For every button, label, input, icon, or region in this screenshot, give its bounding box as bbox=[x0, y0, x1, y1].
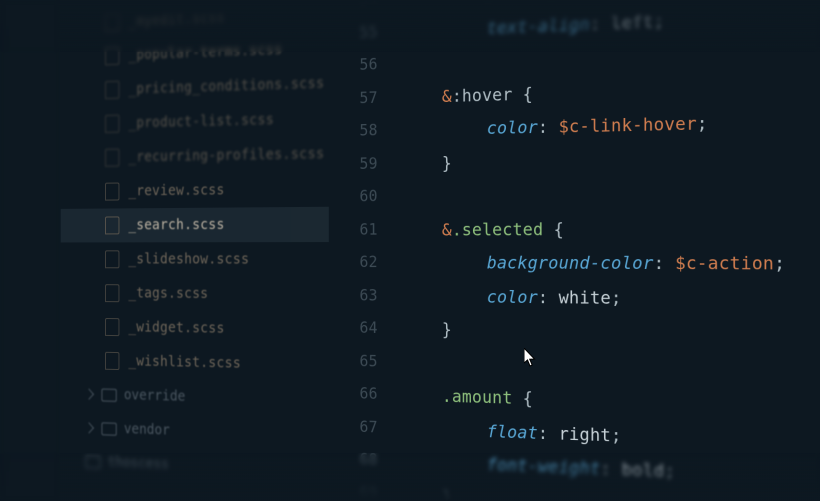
css-property: background-color bbox=[487, 252, 654, 273]
sidebar-file-item[interactable]: _recurring-profiles.scss bbox=[61, 136, 329, 175]
css-property: font-weight bbox=[487, 454, 601, 479]
scss-variable: $c-action bbox=[675, 253, 774, 274]
file-icon bbox=[105, 13, 119, 32]
chevron-right-icon bbox=[84, 389, 94, 400]
file-icon bbox=[105, 149, 119, 167]
css-value: right bbox=[559, 423, 611, 445]
line-number: 55 bbox=[329, 15, 398, 51]
sidebar-file-item-selected[interactable]: _search.scss bbox=[61, 207, 329, 243]
css-value: bold bbox=[622, 459, 665, 481]
line-number: 61 bbox=[329, 213, 398, 246]
file-explorer-sidebar: _myedit.scss _popular-terms.scss _pricin… bbox=[61, 0, 329, 501]
css-property: color bbox=[487, 117, 538, 138]
line-number: 56 bbox=[329, 48, 398, 83]
line-number: 63 bbox=[329, 279, 398, 312]
file-icon bbox=[105, 81, 119, 99]
line-number: 57 bbox=[329, 81, 398, 116]
line-number: 64 bbox=[329, 312, 398, 346]
line-number: 58 bbox=[329, 114, 398, 148]
css-class-selector: .selected bbox=[452, 219, 543, 240]
file-icon bbox=[105, 318, 119, 336]
sidebar-file-item[interactable]: _product-list.scss bbox=[61, 101, 329, 142]
sidebar-file-item[interactable]: _review.scss bbox=[61, 171, 329, 208]
file-icon bbox=[105, 47, 119, 65]
line-number: 60 bbox=[329, 180, 398, 214]
chevron-right-icon bbox=[84, 422, 94, 433]
file-icon bbox=[105, 352, 119, 370]
file-icon bbox=[105, 216, 119, 234]
line-number: 62 bbox=[329, 246, 398, 279]
scss-parent-selector: & bbox=[442, 219, 452, 239]
line-number-gutter: 54555657585960616263646566676869 bbox=[329, 0, 398, 501]
sidebar-file-item[interactable]: _widget.scss bbox=[61, 310, 329, 348]
line-number: 59 bbox=[329, 147, 398, 181]
css-pseudo-class: :hover bbox=[452, 84, 513, 106]
sidebar-file-item[interactable]: _slideshow.scss bbox=[61, 242, 329, 277]
css-property: text-align bbox=[487, 13, 590, 38]
css-value: left bbox=[611, 10, 654, 32]
mouse-cursor-icon bbox=[524, 348, 537, 367]
css-property: color bbox=[487, 286, 538, 307]
scss-parent-selector: & bbox=[442, 85, 452, 105]
code-editor-area[interactable]: padding: 4px 6px; text-align: left; &:ho… bbox=[398, 0, 820, 501]
file-icon bbox=[105, 250, 119, 268]
css-value: white bbox=[559, 287, 611, 308]
folder-icon bbox=[85, 455, 100, 469]
sidebar-file-item[interactable]: _tags.scss bbox=[61, 276, 329, 313]
folder-icon bbox=[101, 388, 116, 401]
file-icon bbox=[105, 115, 119, 133]
css-property: padding bbox=[487, 0, 559, 4]
line-number: 69 bbox=[329, 475, 398, 501]
line-number: 67 bbox=[329, 410, 398, 445]
file-icon bbox=[105, 183, 119, 201]
line-number: 66 bbox=[329, 377, 398, 412]
scss-variable: $c-link-hover bbox=[559, 113, 697, 137]
folder-icon bbox=[101, 422, 116, 435]
css-property: float bbox=[487, 421, 538, 443]
css-class-selector: .amount bbox=[442, 386, 513, 408]
line-number: 68 bbox=[329, 442, 398, 478]
line-number: 65 bbox=[329, 344, 398, 378]
file-icon bbox=[105, 284, 119, 302]
